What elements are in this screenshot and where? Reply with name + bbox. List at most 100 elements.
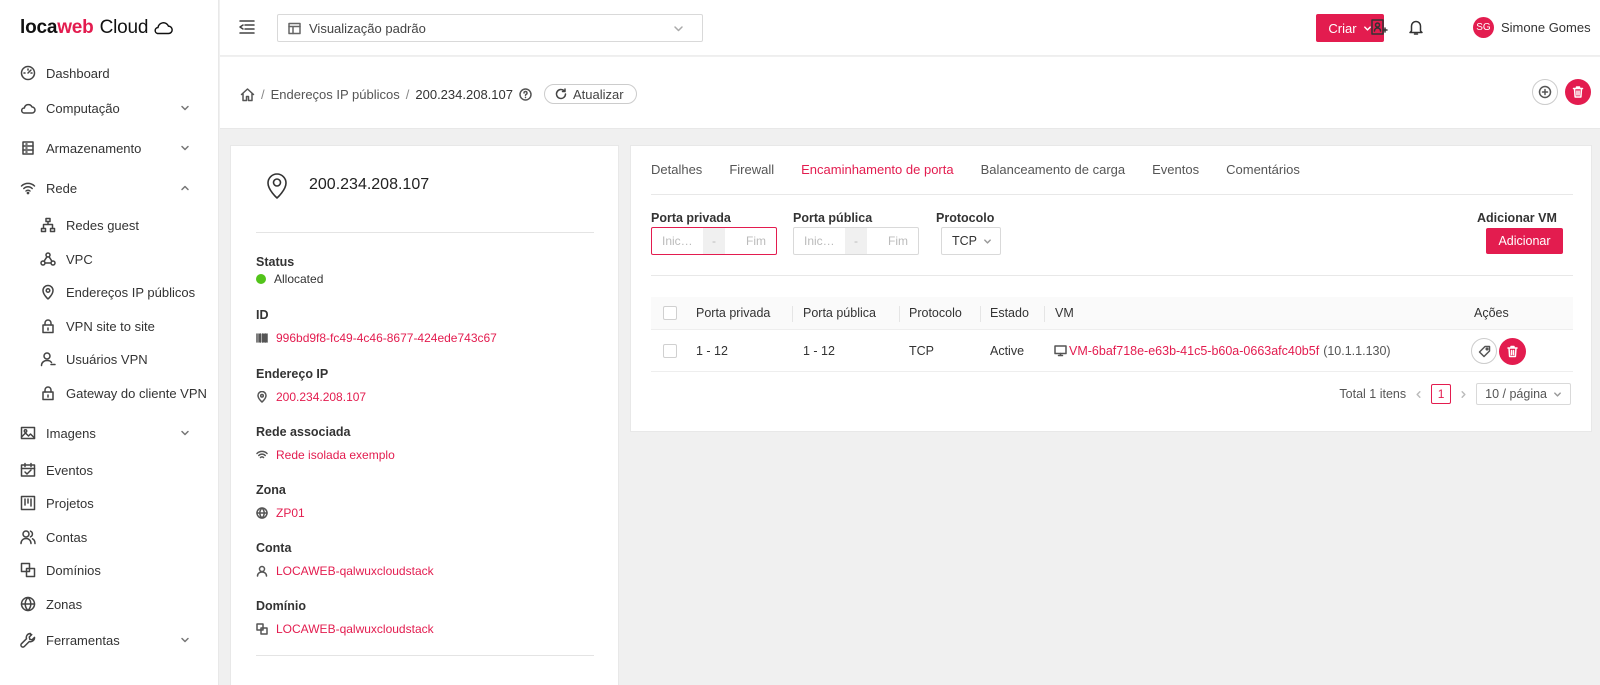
sidebar-item-eventos[interactable]: Eventos bbox=[0, 453, 219, 487]
sidebar-item-label: Dashboard bbox=[46, 65, 110, 81]
tab-encaminhamento-de-porta[interactable]: Encaminhamento de porta bbox=[801, 146, 954, 195]
chevron-right-icon[interactable] bbox=[1459, 390, 1468, 399]
status-value: Allocated bbox=[256, 272, 323, 286]
ip-details-card: 200.234.208.107 Status Allocated ID 996b… bbox=[230, 145, 619, 685]
account-label: Conta bbox=[256, 541, 292, 555]
select-all-checkbox[interactable] bbox=[663, 297, 677, 329]
sidebar-item-label: Projetos bbox=[46, 495, 94, 511]
breadcrumb-parent[interactable]: Endereços IP públicos bbox=[271, 87, 400, 102]
top-header: Visualização padrão Criar SG Simone Gome… bbox=[220, 0, 1600, 56]
tab-detalhes[interactable]: Detalhes bbox=[651, 146, 702, 195]
zone-value[interactable]: ZP01 bbox=[256, 506, 305, 520]
range-separator: - bbox=[845, 228, 867, 254]
avatar[interactable]: SG bbox=[1473, 17, 1494, 38]
page-size-select[interactable]: 10 / página bbox=[1476, 383, 1571, 405]
sidebar-item-dominios[interactable]: Domínios bbox=[0, 553, 219, 587]
delete-rule-button[interactable] bbox=[1499, 338, 1526, 365]
tag-icon bbox=[1478, 345, 1491, 358]
network-text: Rede isolada exemplo bbox=[276, 448, 395, 462]
col-vm[interactable]: VM bbox=[1055, 297, 1074, 329]
network-label: Rede associada bbox=[256, 425, 351, 439]
menu-fold-icon[interactable] bbox=[238, 18, 256, 36]
col-public-port[interactable]: Porta pública bbox=[803, 297, 876, 329]
delete-button[interactable] bbox=[1565, 79, 1591, 105]
row-checkbox[interactable] bbox=[663, 330, 677, 371]
col-private-port[interactable]: Porta privada bbox=[696, 297, 770, 329]
protocol-select[interactable]: TCP bbox=[941, 227, 1001, 255]
bell-icon[interactable] bbox=[1407, 18, 1425, 36]
tab-underline bbox=[651, 194, 1573, 195]
page-number[interactable]: 1 bbox=[1431, 384, 1452, 404]
public-port-end-input[interactable] bbox=[867, 228, 918, 254]
wifi-icon bbox=[256, 449, 268, 461]
tab-eventos[interactable]: Eventos bbox=[1152, 146, 1199, 195]
private-port-end-input[interactable] bbox=[725, 228, 776, 254]
vm-link[interactable]: VM-6baf718e-e63b-41c5-b60a-0663afc40b5f bbox=[1054, 344, 1319, 358]
home-icon[interactable] bbox=[240, 87, 255, 102]
pagination: Total 1 itens 1 10 / página bbox=[1339, 383, 1571, 405]
ip-header: 200.234.208.107 bbox=[263, 170, 429, 200]
image-icon bbox=[20, 425, 36, 441]
account-value[interactable]: LOCAWEB-qalwuxcloudstack bbox=[256, 564, 434, 578]
storage-icon bbox=[20, 140, 36, 156]
sidebar-item-label: Usuários VPN bbox=[66, 351, 148, 367]
sidebar-item-gateway-vpn[interactable]: Gateway do cliente VPN bbox=[0, 376, 219, 410]
tab-balanceamento-de-carga[interactable]: Balanceamento de carga bbox=[981, 146, 1126, 195]
col-state[interactable]: Estado bbox=[990, 297, 1029, 329]
sidebar-item-computacao[interactable]: Computação bbox=[0, 91, 219, 125]
status-label: Status bbox=[256, 255, 295, 269]
sidebar-item-label: Eventos bbox=[46, 462, 93, 478]
divider bbox=[256, 655, 594, 656]
refresh-button[interactable]: Atualizar bbox=[543, 84, 637, 104]
private-port-start-input[interactable] bbox=[652, 228, 703, 254]
cell-state: Active bbox=[990, 343, 1025, 358]
sidebar-item-redes-guest[interactable]: Redes guest bbox=[0, 208, 219, 242]
address-text: 200.234.208.107 bbox=[276, 390, 367, 404]
barcode-icon bbox=[256, 332, 268, 344]
account-text: LOCAWEB-qalwuxcloudstack bbox=[276, 564, 434, 578]
user-name[interactable]: Simone Gomes bbox=[1501, 20, 1591, 35]
add-vm-label: Adicionar VM bbox=[1477, 211, 1557, 225]
view-select[interactable]: Visualização padrão bbox=[277, 14, 703, 42]
chevron-down-icon bbox=[1553, 390, 1562, 399]
sidebar-item-usuarios-vpn[interactable]: Usuários VPN bbox=[0, 342, 219, 376]
cloud-logo-icon bbox=[152, 20, 174, 36]
tab-firewall[interactable]: Firewall bbox=[729, 146, 774, 195]
wrench-icon bbox=[20, 632, 36, 648]
sidebar-item-imagens[interactable]: Imagens bbox=[0, 416, 219, 450]
sidebar-item-contas[interactable]: Contas bbox=[0, 520, 219, 554]
col-protocol[interactable]: Protocolo bbox=[909, 297, 962, 329]
add-button[interactable]: Adicionar bbox=[1486, 228, 1563, 254]
sidebar-item-vpn-site[interactable]: VPN site to site bbox=[0, 309, 219, 343]
sidebar-item-zonas[interactable]: Zonas bbox=[0, 587, 219, 621]
public-port-start-input[interactable] bbox=[794, 228, 845, 254]
breadcrumb: / Endereços IP públicos / 200.234.208.10… bbox=[240, 84, 637, 104]
sidebar-item-enderecos-ip[interactable]: Endereços IP públicos bbox=[0, 275, 219, 309]
chevron-down-icon bbox=[673, 23, 684, 34]
brand-logo[interactable]: loca web Cloud bbox=[0, 0, 218, 56]
address-value[interactable]: 200.234.208.107 bbox=[256, 390, 366, 404]
add-circle-button[interactable] bbox=[1532, 79, 1558, 105]
sidebar-item-armazenamento[interactable]: Armazenamento bbox=[0, 131, 219, 165]
sidebar-item-vpc[interactable]: VPC bbox=[0, 242, 219, 276]
domain-value[interactable]: LOCAWEB-qalwuxcloudstack bbox=[256, 622, 434, 636]
domain-icon bbox=[20, 562, 36, 578]
sidebar-item-projetos[interactable]: Projetos bbox=[0, 486, 219, 520]
chevron-down-icon bbox=[177, 425, 193, 441]
sidebar-item-dashboard[interactable]: Dashboard bbox=[0, 56, 219, 90]
sidebar-item-ferramentas[interactable]: Ferramentas bbox=[0, 623, 219, 657]
network-value[interactable]: Rede isolada exemplo bbox=[256, 448, 395, 462]
private-port-label: Porta privada bbox=[651, 211, 731, 225]
checkbox[interactable] bbox=[663, 306, 677, 320]
user-add-icon[interactable] bbox=[1370, 18, 1388, 36]
tab-comentarios[interactable]: Comentários bbox=[1226, 146, 1300, 195]
sidebar-item-rede[interactable]: Rede bbox=[0, 171, 219, 205]
id-value[interactable]: 996bd9f8-fc49-4c46-8677-424ede743c67 bbox=[256, 331, 497, 345]
chevron-left-icon[interactable] bbox=[1414, 390, 1423, 399]
help-icon[interactable] bbox=[519, 87, 532, 101]
location-pin-icon bbox=[256, 391, 268, 403]
col-actions: Ações bbox=[1474, 306, 1509, 320]
checkbox[interactable] bbox=[663, 343, 677, 358]
id-text: 996bd9f8-fc49-4c46-8677-424ede743c67 bbox=[276, 331, 497, 345]
tag-button[interactable] bbox=[1471, 338, 1497, 364]
